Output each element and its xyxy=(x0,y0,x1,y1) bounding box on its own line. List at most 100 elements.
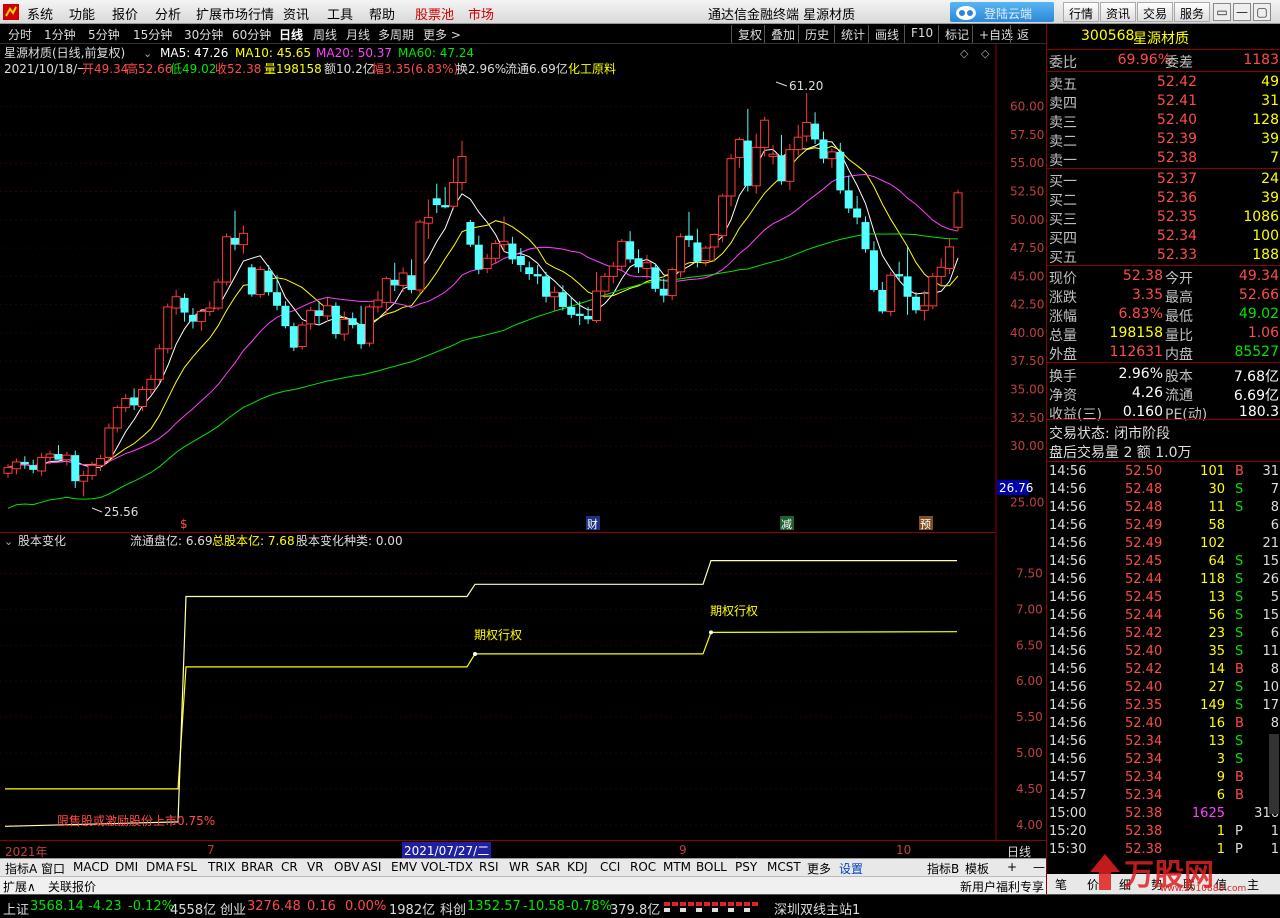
candle-body[interactable] xyxy=(617,240,627,267)
candle-body[interactable] xyxy=(315,310,324,316)
menu-function[interactable]: 功能 xyxy=(69,4,95,23)
quote-tab[interactable]: 笔 xyxy=(1055,876,1067,893)
candle-body[interactable] xyxy=(667,269,677,297)
marker-forecast[interactable]: 预 xyxy=(920,518,931,531)
candle-body[interactable] xyxy=(869,250,878,290)
candle-body[interactable] xyxy=(357,323,366,345)
indicator-tab[interactable]: CCI xyxy=(597,860,623,874)
tick-row[interactable]: 14:56 52.45 13 S 5 xyxy=(1047,589,1280,607)
tool-stats[interactable]: 统计 xyxy=(834,25,871,43)
candle-body[interactable] xyxy=(626,241,635,260)
candle-body[interactable] xyxy=(684,235,693,241)
extend-toggle[interactable]: 扩展∧ xyxy=(3,878,36,895)
top-btn-service[interactable]: 服务 xyxy=(1174,2,1211,22)
chart-collapse-icon[interactable]: ⌄ xyxy=(143,47,152,60)
tick-row[interactable]: 14:56 52.35 149 S 17 xyxy=(1047,697,1280,715)
candle-body[interactable] xyxy=(600,275,610,292)
candle-body[interactable] xyxy=(37,456,47,472)
candle-body[interactable] xyxy=(398,272,408,286)
candle-body[interactable] xyxy=(79,475,89,482)
period-daily[interactable]: 日线 xyxy=(279,26,303,43)
indicator-tab[interactable]: MACD xyxy=(70,860,112,874)
candle-body[interactable] xyxy=(306,309,316,325)
tick-scrollbar[interactable] xyxy=(1269,734,1279,814)
candle-body[interactable] xyxy=(693,242,702,262)
indicator-tab[interactable]: MTM xyxy=(660,860,694,874)
candle-body[interactable] xyxy=(163,306,173,350)
candle-body[interactable] xyxy=(154,348,164,380)
candle-body[interactable] xyxy=(928,275,938,307)
menu-tools[interactable]: 工具 xyxy=(327,4,353,23)
candle-body[interactable] xyxy=(701,247,711,262)
related-quote-tab[interactable]: 关联报价 xyxy=(48,878,96,895)
candle-body[interactable] xyxy=(365,306,375,344)
share-change-chart[interactable]: 7.507.006.506.005.505.004.504.00 ⌄ 股本变化 … xyxy=(0,532,1046,840)
candle-body[interactable] xyxy=(516,256,525,266)
exercise-point[interactable] xyxy=(709,630,713,635)
candle-body[interactable] xyxy=(911,296,920,311)
ask-row[interactable]: 卖三 52.40 128 xyxy=(1047,111,1280,131)
indicator-tab[interactable]: OBV xyxy=(331,860,363,874)
tool-history[interactable]: 历史 xyxy=(798,25,835,43)
tool-back[interactable]: 返回 xyxy=(1010,25,1046,59)
bid-row[interactable]: 买三 52.35 1086 xyxy=(1047,208,1280,228)
candle-body[interactable] xyxy=(457,155,467,183)
indicator-tab[interactable]: 更多 xyxy=(804,860,834,877)
indicator-tab[interactable]: ROC xyxy=(627,860,659,874)
candle-body[interactable] xyxy=(381,278,391,303)
candle-body[interactable] xyxy=(878,289,887,312)
tick-row[interactable]: 15:30 52.38 1 P 1 xyxy=(1047,841,1280,859)
tick-row[interactable]: 15:20 52.38 1 P 1 xyxy=(1047,823,1280,841)
candle-body[interactable] xyxy=(322,305,332,317)
period-weekly[interactable]: 周线 xyxy=(313,26,337,43)
top-btn-news[interactable]: 资讯 xyxy=(1100,2,1137,22)
candle-body[interactable] xyxy=(29,465,38,470)
exercise-point[interactable] xyxy=(473,651,477,656)
period-monthly[interactable]: 月线 xyxy=(346,26,370,43)
ask-row[interactable]: 卖五 52.42 49 xyxy=(1047,73,1280,93)
tool-draw[interactable]: 画线 xyxy=(868,25,905,43)
candle-body[interactable] xyxy=(777,155,786,182)
tool-mark[interactable]: 标记 xyxy=(938,25,975,43)
marker-reduce[interactable]: 减 xyxy=(781,518,792,531)
period-multi[interactable]: 多周期 xyxy=(378,26,414,43)
candle-body[interactable] xyxy=(130,397,139,406)
tool-overlay[interactable]: 叠加 xyxy=(764,25,801,43)
candle-body[interactable] xyxy=(953,192,963,228)
candle-body[interactable] xyxy=(146,378,156,391)
new-user-promo[interactable]: 新用户福利专享 xyxy=(960,878,1044,895)
candle-body[interactable] xyxy=(903,276,912,297)
candle-body[interactable] xyxy=(802,121,812,137)
tick-row[interactable]: 14:56 52.48 11 S 8 xyxy=(1047,499,1280,517)
chart-expand-icon[interactable]: ◇ xyxy=(981,47,990,60)
candle-body[interactable] xyxy=(474,244,483,270)
indicator-tab[interactable]: 设置 xyxy=(836,860,866,877)
menu-analysis[interactable]: 分析 xyxy=(155,4,181,23)
candle-body[interactable] xyxy=(567,306,576,315)
candle-body[interactable] xyxy=(348,318,357,326)
tick-row[interactable]: 14:56 52.45 64 S 15 xyxy=(1047,553,1280,571)
candle-body[interactable] xyxy=(760,119,770,148)
indicator-tab[interactable]: 模板 xyxy=(962,860,992,877)
candle-body[interactable] xyxy=(608,265,618,277)
candle-body[interactable] xyxy=(919,305,929,311)
menu-market[interactable]: 市场 xyxy=(468,4,494,23)
chart-shrink-icon[interactable]: ◇ xyxy=(960,47,969,60)
cy-index-value[interactable]: 3276.48 xyxy=(247,899,301,914)
maximize-icon[interactable]: ▢ xyxy=(1253,3,1271,21)
tool-adjust[interactable]: 复权 xyxy=(731,25,768,43)
candle-body[interactable] xyxy=(886,274,896,312)
indicator-tab[interactable]: VR xyxy=(304,860,327,874)
sub-collapse-icon[interactable]: ⌄ xyxy=(4,535,13,548)
candle-body[interactable] xyxy=(289,326,298,348)
candle-body[interactable] xyxy=(3,467,13,474)
candle-body[interactable] xyxy=(525,267,534,275)
candle-body[interactable] xyxy=(549,291,559,298)
menu-ext-market[interactable]: 扩展市场行情 xyxy=(196,4,274,23)
candle-body[interactable] xyxy=(575,313,584,316)
candle-body[interactable] xyxy=(743,140,752,186)
candle-body[interactable] xyxy=(339,318,349,335)
menu-news[interactable]: 资讯 xyxy=(283,4,309,23)
minimize-icon[interactable]: — xyxy=(1233,3,1251,21)
candle-body[interactable] xyxy=(533,274,542,277)
